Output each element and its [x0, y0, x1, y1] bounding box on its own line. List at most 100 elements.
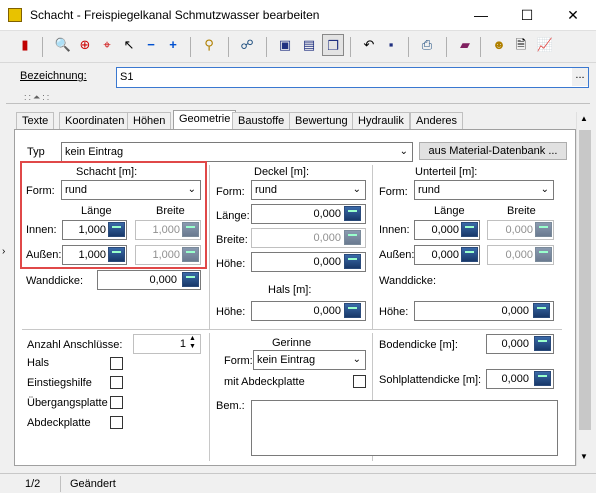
print-icon[interactable]: ⎙ [416, 34, 438, 56]
tab-geometrie[interactable]: Geometrie [173, 110, 237, 130]
hals-hoehe-label: Höhe: [216, 306, 246, 318]
gerinne-form-value: kein Eintrag [257, 354, 316, 366]
user-icon[interactable]: ☻ [488, 34, 510, 56]
tab-anderes[interactable]: Anderes [410, 112, 463, 129]
minus-icon[interactable]: − [140, 34, 162, 56]
status-bar: 1/2 Geändert [0, 473, 596, 493]
spinner-arrows-icon[interactable]: ▲ ▼ [189, 335, 196, 351]
window-stack-icon[interactable]: ❐ [322, 34, 344, 56]
pipe-icon[interactable]: ⚲ [198, 34, 220, 56]
splitter-handle[interactable]: ::⏶:: [24, 92, 51, 103]
calculator-icon[interactable] [533, 303, 550, 318]
hals-checkbox[interactable] [110, 357, 123, 370]
calculator-icon[interactable] [344, 303, 361, 318]
close-button[interactable]: ✕ [550, 0, 596, 31]
chevron-down-icon: ⌄ [187, 184, 196, 195]
schacht-form-select[interactable]: rund ⌄ [61, 180, 201, 200]
calculator-icon[interactable] [108, 222, 125, 237]
abdeckplatte-check-label: Abdeckplatte [27, 417, 91, 429]
window-edit-icon[interactable]: ▤ [298, 34, 320, 56]
undo-icon[interactable]: ↶ [358, 34, 380, 56]
gerinne-title: Gerinne [272, 337, 312, 349]
unterteil-wanddicke-label: Wanddicke: [379, 275, 437, 287]
schacht-col-laenge: Länge [81, 205, 112, 217]
einstiegshilfe-check-label: Einstiegshilfe [27, 377, 92, 389]
calculator-icon[interactable] [461, 247, 478, 262]
crosshair-icon[interactable]: ⌖ [96, 34, 118, 56]
divider [60, 476, 61, 492]
tab-bewertung[interactable]: Bewertung [289, 112, 354, 129]
gerinne-form-select[interactable]: kein Eintrag ⌄ [253, 350, 366, 370]
unterteil-aussen-label: Außen: [379, 249, 415, 261]
scroll-thumb[interactable] [579, 130, 591, 430]
einstiegshilfe-checkbox[interactable] [110, 376, 123, 389]
calculator-icon [535, 247, 552, 262]
deckel-form-select[interactable]: rund ⌄ [251, 180, 366, 200]
material-db-button[interactable]: aus Material-Datenbank ... [419, 142, 567, 160]
unterteil-col-breite: Breite [507, 205, 536, 217]
app-icon [8, 8, 22, 22]
bodendicke-label: Bodendicke [m]: [379, 339, 458, 351]
document-icon[interactable]: 🗎 [510, 34, 532, 56]
scroll-up-icon[interactable]: ▲ [580, 114, 588, 123]
schacht-innen-label: Innen: [26, 224, 57, 236]
pointer-icon[interactable]: ↖ [118, 34, 140, 56]
calculator-icon[interactable] [534, 371, 551, 386]
schacht-col-breite: Breite [156, 205, 185, 217]
calculator-icon [182, 247, 199, 262]
title-bar: Schacht - Freispiegelkanal Schmutzwasser… [0, 0, 596, 31]
tab-koordinaten[interactable]: Koordinaten [59, 112, 131, 129]
expand-arrow-icon[interactable]: › [2, 246, 5, 257]
hals-check-label: Hals [27, 357, 50, 369]
tab-baustoffe[interactable]: Baustoffe [232, 112, 291, 129]
unterteil-form-label: Form: [379, 186, 408, 198]
calculator-icon [344, 230, 361, 245]
tab-texte[interactable]: Texte [16, 112, 55, 129]
save-icon[interactable]: ▪ [380, 34, 402, 56]
calculator-icon[interactable] [534, 336, 551, 351]
divider [209, 333, 210, 461]
zoom-target-icon[interactable]: ⊕ [74, 34, 96, 56]
calculator-icon[interactable] [344, 254, 361, 269]
bezeichnung-dots-button[interactable]: ... [572, 68, 588, 86]
calculator-icon[interactable] [461, 222, 478, 237]
vertical-scrollbar[interactable]: ▲ ▼ [576, 112, 592, 466]
bezeichnung-input[interactable]: S1 [116, 67, 589, 88]
abdeckplatte-checkbox[interactable] [110, 416, 123, 429]
tab-hydraulik[interactable]: Hydraulik [352, 112, 410, 129]
calculator-icon[interactable] [182, 272, 199, 287]
schacht-aussen-label: Außen: [26, 249, 62, 261]
scroll-down-icon[interactable]: ▼ [580, 452, 588, 461]
unterteil-hoehe-label: Höhe: [379, 306, 409, 318]
deckel-title: Deckel [m]: [254, 166, 310, 178]
bem-textarea[interactable] [251, 400, 558, 456]
divider [209, 165, 210, 329]
divider [372, 165, 373, 329]
deckel-breite-label: Breite: [216, 234, 248, 246]
calculator-icon[interactable] [344, 206, 361, 221]
maximize-button[interactable]: ☐ [504, 0, 550, 31]
calculator-icon [535, 222, 552, 237]
chevron-down-icon: ⌄ [352, 354, 361, 365]
uebergangsplatte-check-label: Übergangsplatte [27, 397, 108, 409]
network-icon[interactable]: ☍ [236, 34, 258, 56]
chevron-down-icon: ⌄ [352, 184, 361, 195]
zoom-icon[interactable]: 🔍 [52, 34, 74, 56]
deckel-hoehe-label: Höhe: [216, 258, 246, 270]
window-icon[interactable]: ▣ [274, 34, 296, 56]
unterteil-form-select[interactable]: rund ⌄ [414, 180, 554, 200]
tab-hoehen[interactable]: Höhen [127, 112, 172, 129]
unterteil-title: Unterteil [m]: [415, 166, 478, 178]
window-title: Schacht - Freispiegelkanal Schmutzwasser… [30, 8, 320, 22]
minimize-button[interactable]: — [458, 0, 504, 31]
typ-select[interactable]: kein Eintrag ⌄ [61, 142, 413, 162]
chevron-down-icon: ⌄ [399, 146, 408, 157]
chart-icon[interactable]: 📈 [534, 34, 556, 56]
book-icon[interactable]: ▰ [454, 34, 476, 56]
uebergangsplatte-checkbox[interactable] [110, 396, 123, 409]
gerinne-form-label: Form: [224, 355, 253, 367]
exit-icon[interactable]: ▮ [14, 34, 36, 56]
plus-icon[interactable]: + [162, 34, 184, 56]
gerinne-abdeck-checkbox[interactable] [353, 375, 366, 388]
calculator-icon[interactable] [108, 247, 125, 262]
